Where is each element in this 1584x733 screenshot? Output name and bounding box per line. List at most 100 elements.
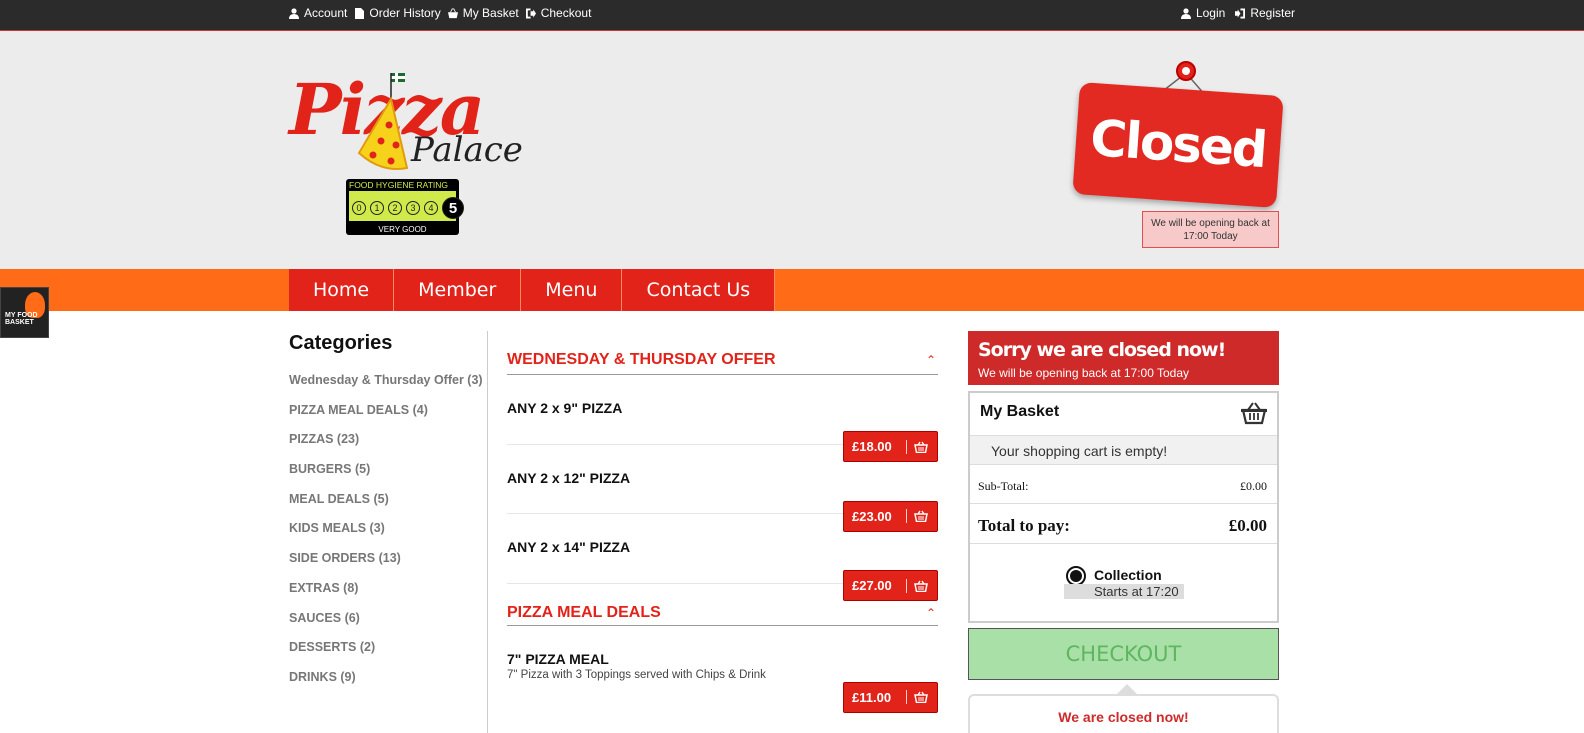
main-nav: Home Member Menu Contact Us [289,269,776,311]
nav-bar: Home Member Menu Contact Us [0,269,1584,311]
button-separator [906,690,907,704]
category-link[interactable]: Wednesday & Thursday Offer (3) [289,373,489,403]
account-link-label: Account [304,6,348,20]
user-icon [1180,7,1191,19]
tooltip-arrow [1116,684,1138,695]
hygiene-title: FOOD HYGIENE RATING [349,180,449,190]
menu-item-name: 7" PIZZA MEAL [507,650,609,667]
menu-item: ANY 2 x 9" PIZZA £18.00 [507,375,938,462]
basket-title: My Basket [980,403,1060,420]
hygiene-label: VERY GOOD [378,225,427,234]
closed-banner: Sorry we are closed now! We will be open… [968,331,1279,385]
register-link[interactable]: Register [1235,6,1295,20]
badge-text: MY FOOD BASKET [5,312,38,326]
category-link[interactable]: EXTRAS (8) [289,581,489,611]
total-label: Total to pay: [978,516,1070,535]
hygiene-score-active: 5 [442,197,464,219]
menu-list: WEDNESDAY & THURSDAY OFFER ⌃ ANY 2 x 9" … [507,331,938,713]
auth-links: Login Register [1180,6,1295,20]
menu-item-name: ANY 2 x 9" PIZZA [507,400,623,416]
register-label: Register [1250,6,1295,20]
my-basket-link[interactable]: My Basket [447,6,519,20]
category-link[interactable]: SIDE ORDERS (13) [289,551,489,581]
login-label: Login [1195,6,1226,20]
nav-member[interactable]: Member [394,269,522,311]
add-to-basket-button[interactable]: £11.00 [843,681,938,713]
categories-title: Categories [289,332,393,354]
account-links: Account Order History My Basket Checkout [289,6,591,20]
total-value: £0.00 [1228,516,1267,535]
category-link[interactable]: KIDS MEALS (3) [289,521,489,551]
checkout-link-label: Checkout [540,6,592,20]
category-link[interactable]: DRINKS (9) [289,670,489,700]
order-history-link[interactable]: Order History [354,6,441,20]
top-bar: Account Order History My Basket Checkout… [0,0,1584,30]
chevron-up-icon[interactable]: ⌃ [926,353,936,367]
food-hygiene-rating: FOOD HYGIENE RATING 0 1 2 3 4 5 VERY GOO… [346,179,464,235]
hygiene-score: 3 [406,201,420,215]
subtotal-label: Sub-Total: [978,479,1029,493]
nav-home[interactable]: Home [289,269,395,311]
category-link[interactable]: MEAL DEALS (5) [289,492,489,522]
category-link[interactable]: SAUCES (6) [289,611,489,641]
categories-panel: Categories Wednesday & Thursday Offer (3… [289,332,489,700]
closed-sign-text: Closed [1088,108,1268,180]
menu-item: ANY 2 x 12" PIZZA £23.00 [507,445,938,532]
chevron-up-icon[interactable]: ⌃ [926,606,936,620]
menu-item-name: ANY 2 x 12" PIZZA [507,469,631,486]
my-food-basket-badge[interactable]: MY FOOD BASKET [0,287,49,338]
signin-icon [1235,8,1246,18]
total-row: Total to pay: £0.00 [978,516,1267,536]
subtotal-value: £0.00 [1240,479,1267,493]
category-link[interactable]: PIZZA MEAL DEALS (4) [289,403,489,433]
section-header[interactable]: WEDNESDAY & THURSDAY OFFER ⌃ [507,331,938,375]
closed-banner-title: Sorry we are closed now! [978,339,1226,361]
collection-radio[interactable] [1066,566,1086,586]
collection-label[interactable]: Collection [1094,567,1162,583]
pizza-palace-logo[interactable]: Pizza Palace [289,55,523,175]
checkout-link[interactable]: Checkout [525,6,592,20]
closed-now-text: We are closed now! [1058,709,1189,725]
divider [970,503,1277,504]
menu-item: 7" PIZZA MEAL 7" Pizza with 3 Toppings s… [507,626,938,713]
hygiene-scale: 0 1 2 3 4 5 [349,191,464,221]
section-title: PIZZA MEAL DEALS [507,603,661,621]
hygiene-score: 0 [352,201,366,215]
category-link[interactable]: DESSERTS (2) [289,640,489,670]
basket-panel: My Basket Your shopping cart is empty! S… [968,391,1279,623]
section-title: WEDNESDAY & THURSDAY OFFER [507,351,776,368]
category-link[interactable]: PIZZAS (23) [289,432,489,462]
opening-notice: We will be opening back at 17:00 Today [1142,211,1279,248]
category-link[interactable]: BURGERS (5) [289,462,489,492]
price-label: £11.00 [852,689,892,705]
checkout-button[interactable]: CHECKOUT [968,628,1279,680]
divider [970,543,1277,544]
closed-board: Closed [1072,82,1284,208]
signout-icon [525,8,536,18]
document-icon [355,7,365,19]
nav-contact-us[interactable]: Contact Us [622,269,776,311]
hygiene-score: 4 [424,201,438,215]
hygiene-scores: 0 1 2 3 4 5 [352,197,464,219]
column-divider [487,331,488,733]
nav-menu[interactable]: Menu [521,269,623,311]
hygiene-score: 1 [370,201,384,215]
closed-banner-sub: We will be opening back at 17:00 Today [978,366,1190,380]
menu-item-name: ANY 2 x 14" PIZZA [507,539,631,555]
basket-icon [1241,402,1267,425]
order-history-label: Order History [369,6,441,20]
account-link[interactable]: Account [289,6,347,20]
basket-icon [447,7,458,18]
my-basket-label: My Basket [462,6,519,20]
closed-sign: Closed [1072,59,1284,208]
section-header[interactable]: PIZZA MEAL DEALS ⌃ [507,584,938,626]
login-link[interactable]: Login [1180,6,1226,20]
collection-start-time: Starts at 17:20 [1064,584,1184,599]
menu-item-desc: 7" Pizza with 3 Toppings served with Chi… [507,668,766,681]
menu-item: ANY 2 x 14" PIZZA £27.00 [507,514,938,601]
pizza-slice-icon [357,73,409,170]
logo-word-palace: Palace [411,130,523,170]
site-header: Pizza Palace FOOD HYGIENE RATING 0 1 2 3… [0,30,1584,269]
user-icon [289,7,299,19]
closed-now-notice: We are closed now! [968,684,1279,733]
